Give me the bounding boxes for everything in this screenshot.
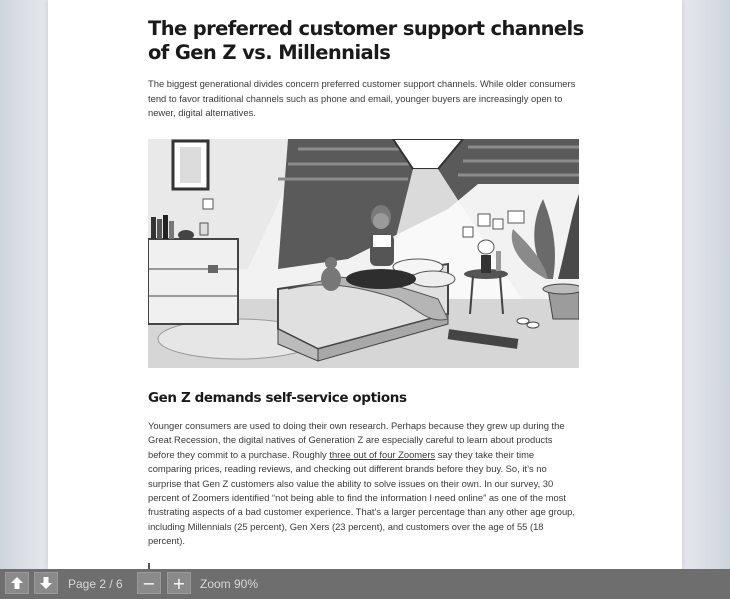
article-title: The preferred customer support channels … — [148, 17, 584, 64]
body-paragraph: Younger consumers are used to doing thei… — [148, 419, 580, 549]
zoom-out-button[interactable]: − — [137, 572, 161, 594]
zoomers-link[interactable]: three out of four Zoomers — [329, 449, 435, 460]
bedroom-illustration — [148, 139, 579, 368]
zoom-level: Zoom 90% — [200, 577, 259, 591]
illustration-graphic — [148, 139, 579, 368]
viewer-toolbar: Page 2 / 6 − + Zoom 90% — [0, 569, 730, 599]
plus-icon: + — [172, 573, 186, 593]
page-indicator: Page 2 / 6 — [68, 577, 123, 591]
document-page: The preferred customer support channels … — [48, 0, 682, 569]
arrow-down-icon — [40, 577, 52, 589]
body-text-part: say they take their time comparing price… — [148, 448, 575, 547]
section-heading: Gen Z demands self-service options — [148, 390, 407, 406]
intro-paragraph: The biggest generational divides concern… — [148, 78, 576, 118]
next-page-button[interactable] — [34, 572, 58, 594]
document-viewport[interactable]: The preferred customer support channels … — [0, 0, 730, 569]
previous-page-button[interactable] — [5, 572, 29, 594]
minus-icon: − — [142, 573, 156, 593]
zoom-in-button[interactable]: + — [167, 572, 191, 594]
arrow-up-icon — [11, 577, 23, 589]
